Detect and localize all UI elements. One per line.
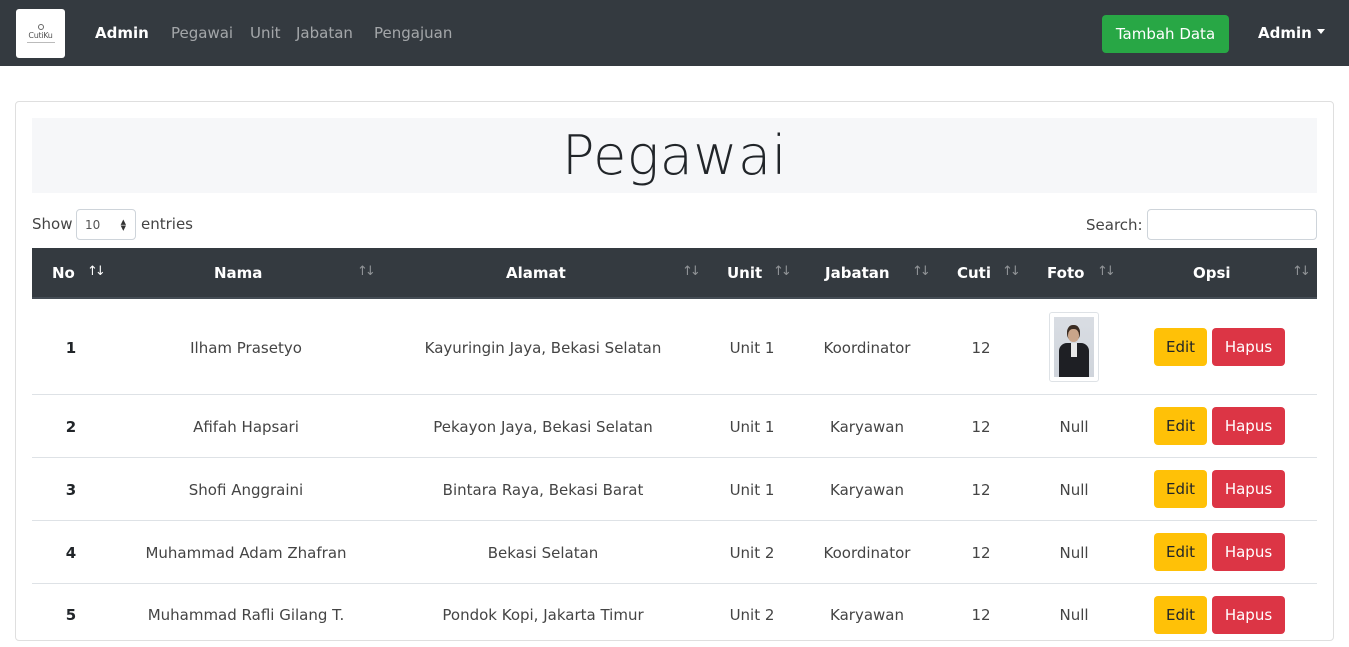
logo-underline xyxy=(26,42,55,43)
nav-link-pengajuan[interactable]: Pengajuan xyxy=(374,24,452,42)
column-header-unit[interactable]: Unit xyxy=(727,248,762,297)
cell-jabatan: Karyawan xyxy=(830,418,904,436)
cell-nama: Ilham Prasetyo xyxy=(190,339,302,357)
logo-text: CutiKu xyxy=(28,31,53,40)
cell-jabatan: Karyawan xyxy=(830,606,904,624)
edit-button[interactable]: Edit xyxy=(1154,533,1207,571)
column-header-opsi[interactable]: Opsi xyxy=(1193,248,1231,297)
column-header-label: No xyxy=(52,263,75,282)
delete-button[interactable]: Hapus xyxy=(1212,533,1285,571)
cell-foto: Null xyxy=(1059,481,1089,499)
table-row: 4 Muhammad Adam Zhafran Bekasi Selatan U… xyxy=(32,521,1317,584)
sort-icon[interactable]: ↑↓ xyxy=(1292,264,1311,279)
cell-nama: Afifah Hapsari xyxy=(193,418,299,436)
edit-button[interactable]: Edit xyxy=(1154,407,1207,445)
table-header: No ↑↓ Nama ↑↓ Alamat ↑↓ Unit ↑↓ Jabatan … xyxy=(32,248,1317,299)
nav-link-unit[interactable]: Unit xyxy=(250,24,281,42)
sort-icon[interactable]: ↑↓ xyxy=(87,264,106,279)
cell-alamat: Bintara Raya, Bekasi Barat xyxy=(442,481,644,499)
cell-unit: Unit 2 xyxy=(729,544,775,562)
table-row: 3 Shofi Anggraini Bintara Raya, Bekasi B… xyxy=(32,458,1317,521)
cell-cuti: 12 xyxy=(971,606,991,624)
cell-unit: Unit 1 xyxy=(729,339,775,357)
edit-button[interactable]: Edit xyxy=(1154,470,1207,508)
user-menu-label: Admin xyxy=(1258,24,1312,42)
column-header-label: Alamat xyxy=(506,263,566,282)
table-row: 2 Afifah Hapsari Pekayon Jaya, Bekasi Se… xyxy=(32,395,1317,458)
column-header-label: Foto xyxy=(1047,263,1085,282)
logo-mark-icon xyxy=(37,24,44,30)
employee-photo xyxy=(1049,312,1099,382)
edit-button[interactable]: Edit xyxy=(1154,596,1207,634)
cell-no: 3 xyxy=(65,481,77,499)
nav-link-pegawai[interactable]: Pegawai xyxy=(171,24,233,42)
search-label: Search: xyxy=(1086,216,1143,234)
delete-button[interactable]: Hapus xyxy=(1212,328,1285,366)
search-input[interactable] xyxy=(1147,209,1317,240)
cell-nama: Muhammad Rafli Gilang T. xyxy=(147,606,345,624)
cell-cuti: 12 xyxy=(971,339,991,357)
column-header-nama[interactable]: Nama xyxy=(214,248,262,297)
cell-jabatan: Karyawan xyxy=(830,481,904,499)
cell-foto: Null xyxy=(1059,418,1089,436)
delete-button[interactable]: Hapus xyxy=(1212,470,1285,508)
cell-alamat: Bekasi Selatan xyxy=(487,544,599,562)
cell-foto: Null xyxy=(1059,544,1089,562)
cell-alamat: Pondok Kopi, Jakarta Timur xyxy=(442,606,644,624)
cell-nama: Muhammad Adam Zhafran xyxy=(145,544,347,562)
delete-button[interactable]: Hapus xyxy=(1212,407,1285,445)
brand-logo[interactable]: CutiKu xyxy=(16,9,65,58)
cell-jabatan: Koordinator xyxy=(823,544,911,562)
cell-no: 4 xyxy=(65,544,77,562)
cell-alamat: Kayuringin Jaya, Bekasi Selatan xyxy=(424,339,662,357)
column-header-foto[interactable]: Foto xyxy=(1047,248,1084,297)
top-navbar: CutiKu Admin Pegawai Unit Jabatan Pengaj… xyxy=(0,0,1349,66)
page-header: Pegawai xyxy=(32,118,1317,193)
cell-alamat: Pekayon Jaya, Bekasi Selatan xyxy=(433,418,653,436)
cell-no: 1 xyxy=(65,339,77,357)
nav-brand[interactable]: Admin xyxy=(95,24,149,42)
nav-link-jabatan[interactable]: Jabatan xyxy=(296,24,353,42)
cell-cuti: 12 xyxy=(971,418,991,436)
sort-icon[interactable]: ↑↓ xyxy=(912,264,931,279)
column-header-label: Opsi xyxy=(1193,263,1231,282)
delete-button[interactable]: Hapus xyxy=(1212,596,1285,634)
sort-icon[interactable]: ↑↓ xyxy=(357,264,376,279)
select-arrows-icon: ▲ ▼ xyxy=(120,218,126,232)
cell-no: 2 xyxy=(65,418,77,436)
column-header-no[interactable]: No xyxy=(52,248,75,297)
column-header-alamat[interactable]: Alamat xyxy=(506,248,566,297)
entries-label: entries xyxy=(141,215,193,233)
add-data-button[interactable]: Tambah Data xyxy=(1102,15,1229,53)
sort-icon[interactable]: ↑↓ xyxy=(773,264,792,279)
sort-icon[interactable]: ↑↓ xyxy=(682,264,701,279)
cell-nama: Shofi Anggraini xyxy=(188,481,304,499)
cell-cuti: 12 xyxy=(971,481,991,499)
column-header-label: Unit xyxy=(727,263,763,282)
show-label: Show xyxy=(32,215,73,233)
column-header-cuti[interactable]: Cuti xyxy=(957,248,991,297)
edit-button[interactable]: Edit xyxy=(1154,328,1207,366)
column-header-label: Nama xyxy=(214,263,263,282)
column-header-jabatan[interactable]: Jabatan xyxy=(825,248,890,297)
page-title: Pegawai xyxy=(561,124,788,187)
sort-icon[interactable]: ↑↓ xyxy=(1097,264,1116,279)
cell-unit: Unit 2 xyxy=(729,606,775,624)
column-header-label: Cuti xyxy=(957,263,991,282)
table-row: 1 Ilham Prasetyo Kayuringin Jaya, Bekasi… xyxy=(32,299,1317,395)
cell-foto: Null xyxy=(1059,606,1089,624)
sort-icon[interactable]: ↑↓ xyxy=(1002,264,1021,279)
cell-unit: Unit 1 xyxy=(729,418,775,436)
user-menu-dropdown[interactable]: Admin xyxy=(1258,24,1325,42)
cell-no: 5 xyxy=(65,606,77,624)
cell-jabatan: Koordinator xyxy=(823,339,911,357)
table-row: 5 Muhammad Rafli Gilang T. Pondok Kopi, … xyxy=(32,584,1317,647)
caret-down-icon xyxy=(1316,29,1325,34)
entries-length-value: 10 xyxy=(85,217,101,232)
entries-length-select[interactable]: 10 ▲ ▼ xyxy=(76,209,136,240)
column-header-label: Jabatan xyxy=(825,263,890,282)
cell-cuti: 12 xyxy=(971,544,991,562)
cell-unit: Unit 1 xyxy=(729,481,775,499)
